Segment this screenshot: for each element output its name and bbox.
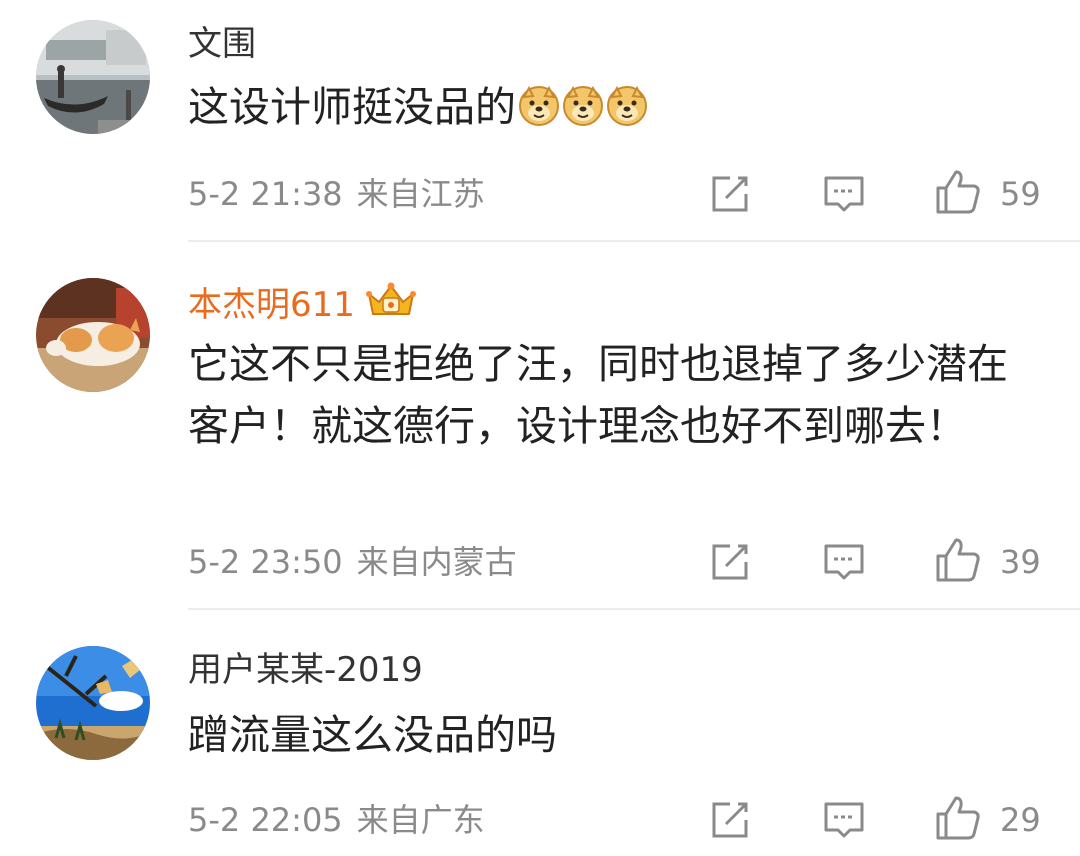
like-count: 29 xyxy=(1000,801,1041,839)
comment-icon[interactable] xyxy=(822,798,866,842)
username[interactable]: 用户某某-2019 xyxy=(188,648,423,692)
share-icon[interactable] xyxy=(708,798,752,842)
avatar[interactable] xyxy=(36,646,150,760)
timestamp: 5-2 22:05 xyxy=(188,801,343,839)
comment-text: 蹭流量这么没品的吗 xyxy=(188,711,557,759)
thumbs-up-icon[interactable] xyxy=(934,794,982,842)
comment-meta: 5-2 22:05 来自广东 xyxy=(188,800,485,840)
location: 来自广东 xyxy=(356,801,485,839)
comment-item: 用户某某-2019 蹭流量这么没品的吗 5-2 22:05 来自广东 29 xyxy=(0,0,1080,856)
